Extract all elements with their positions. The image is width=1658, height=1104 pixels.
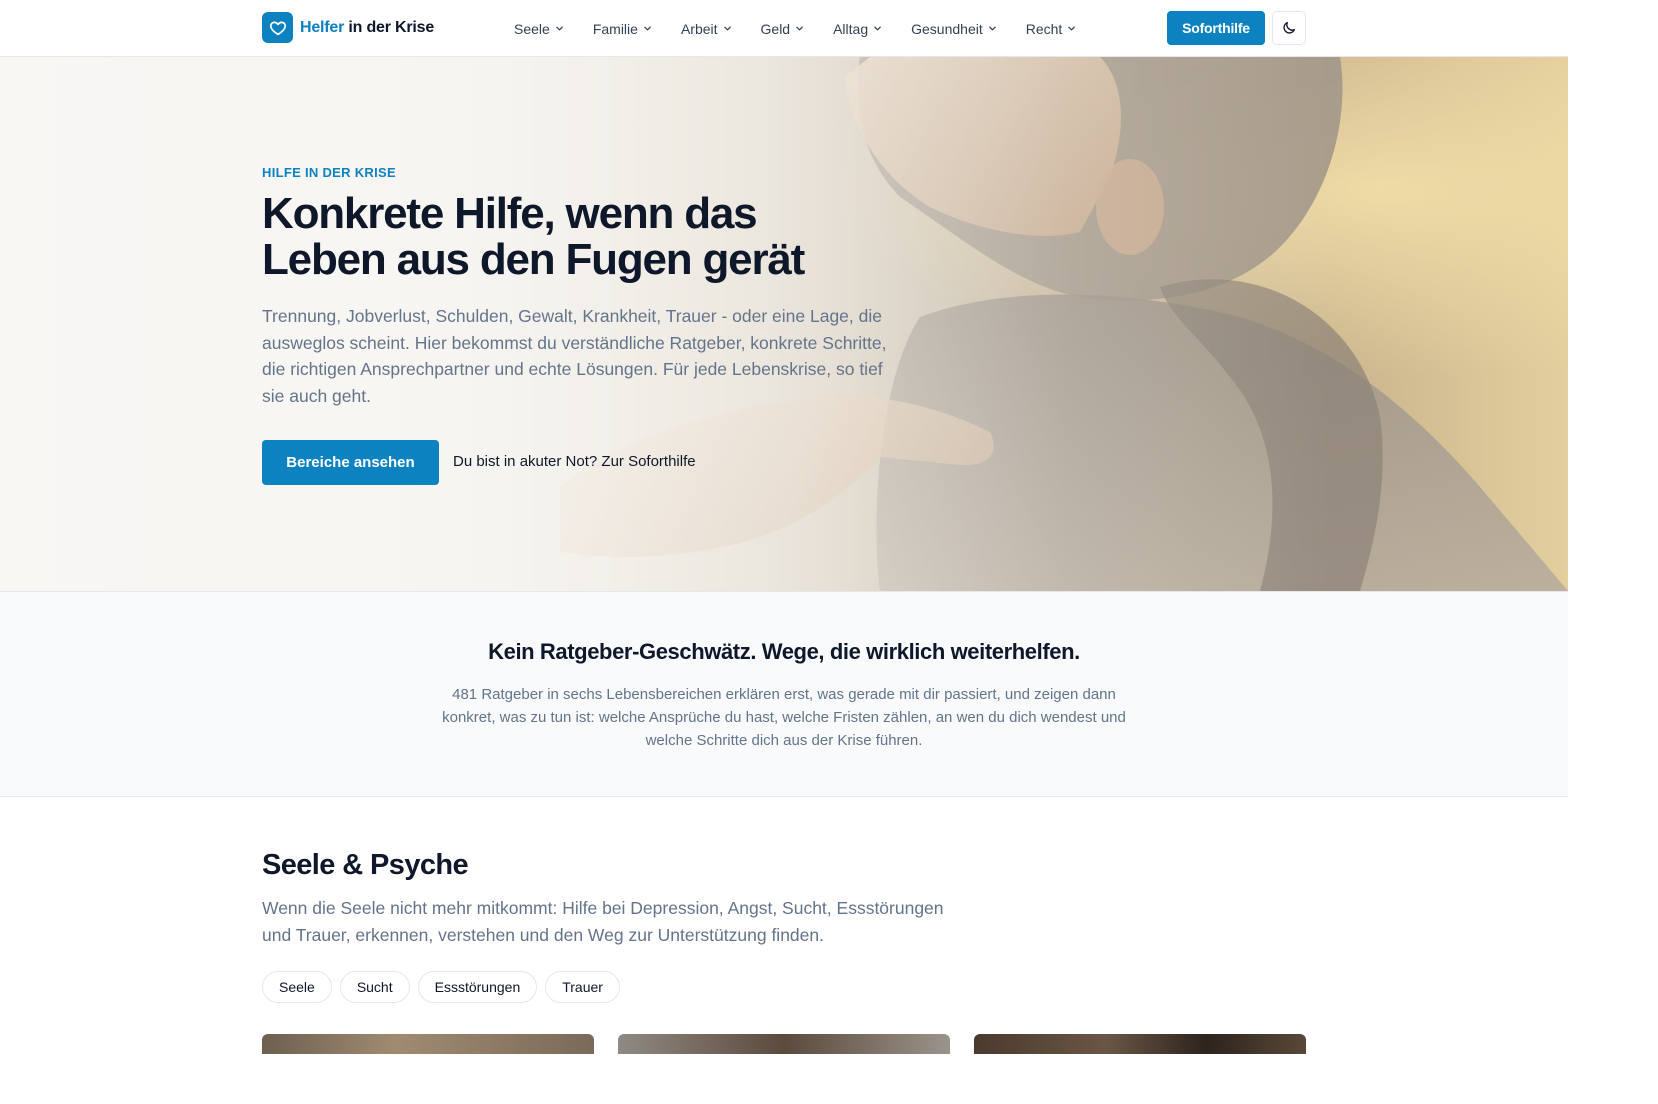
chip-seele[interactable]: Seele (262, 971, 332, 1003)
chevron-down-icon (555, 26, 563, 31)
nav-item-label: Familie (592, 20, 638, 37)
nav-item-recht[interactable]: Recht (1026, 21, 1077, 37)
section-lead: Wenn die Seele nicht mehr mitkommt: Hilf… (262, 898, 944, 945)
nav-item-gesundheit[interactable]: Gesundheit (911, 21, 997, 37)
nav-item-label: Arbeit (680, 20, 718, 37)
nav-item-label: Seele (514, 20, 550, 37)
soforthilfe-link[interactable]: Du bist in akuter Not? Zur Soforthilfe (453, 453, 696, 470)
chevron-down-icon (988, 26, 996, 31)
theme-toggle-button[interactable] (1272, 11, 1306, 45)
hero-lead: Trennung, Jobverlust, Schulden, Gewalt, … (262, 306, 887, 406)
nav-item-geld[interactable]: Geld (761, 21, 805, 37)
section-title: Seele & Psyche (262, 849, 469, 881)
intro-title: Kein Ratgeber-Geschwätz. Wege, die wirkl… (488, 639, 1080, 664)
nav-item-label: Alltag (833, 20, 869, 37)
chevron-down-icon (723, 26, 731, 31)
intro-section: Kein Ratgeber-Geschwätz. Wege, die wirkl… (0, 591, 1568, 797)
brand-name: Helfer in der Krise (300, 19, 434, 37)
brand-name-rest: in der Krise (344, 18, 435, 36)
chevron-down-icon (874, 26, 881, 31)
chevron-down-icon (1068, 26, 1076, 31)
nav-item-seele[interactable]: Seele (514, 21, 564, 37)
chip-sucht[interactable]: Sucht (339, 971, 410, 1003)
moon-icon (1283, 22, 1295, 34)
nav-item-familie[interactable]: Familie (593, 21, 652, 37)
nav-item-arbeit[interactable]: Arbeit (681, 21, 732, 37)
nav-item-label: Recht (1025, 20, 1063, 37)
bereiche-ansehen-button[interactable]: Bereiche ansehen (262, 440, 439, 485)
hero-eyebrow: HILFE IN DER KRISE (262, 165, 396, 180)
brand-logo-link[interactable]: Helfer in der Krise (262, 12, 434, 43)
heart-icon (262, 12, 293, 43)
article-card-image[interactable] (974, 1034, 1306, 1054)
chip-essstoerungen[interactable]: Essstörungen (417, 971, 538, 1003)
nav-item-alltag[interactable]: Alltag (833, 21, 882, 37)
chevron-down-icon (644, 26, 651, 31)
intro-text: 481 Ratgeber in sechs Lebensbereichen er… (442, 686, 1126, 749)
soforthilfe-button[interactable]: Soforthilfe (1167, 11, 1265, 45)
article-card-image[interactable] (618, 1034, 950, 1054)
nav-item-label: Geld (760, 20, 791, 37)
chevron-down-icon (796, 26, 803, 31)
hero-title: Konkrete Hilfe, wenn das Leben aus den F… (262, 189, 805, 284)
site-header: Helfer in der Krise Seele Familie Arbeit… (0, 0, 1568, 57)
hero-section: HILFE IN DER KRISE Konkrete Hilfe, wenn … (0, 57, 1568, 591)
nav-item-label: Gesundheit (911, 20, 983, 37)
article-card-image[interactable] (262, 1034, 594, 1054)
chip-trauer[interactable]: Trauer (545, 971, 620, 1003)
main-nav: Seele Familie Arbeit Geld Alltag Gesundh… (514, 0, 1105, 57)
topic-chips: Seele Sucht Essstörungen Trauer (262, 971, 620, 1003)
brand-name-accent: Helfer (300, 18, 345, 36)
